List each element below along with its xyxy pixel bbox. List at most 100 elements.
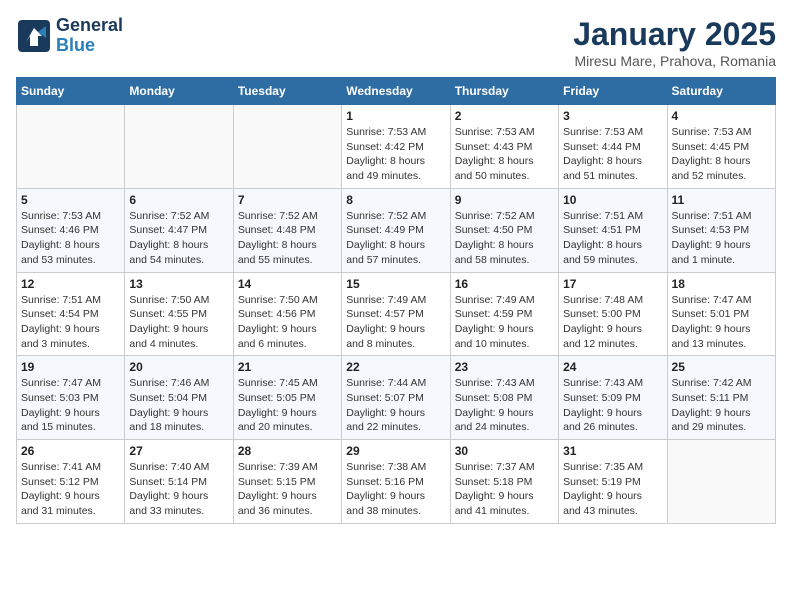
weekday-header-sunday: Sunday: [17, 78, 125, 105]
day-info: Sunrise: 7:49 AM Sunset: 4:59 PM Dayligh…: [455, 293, 554, 352]
calendar-cell: 7 Sunrise: 7:52 AM Sunset: 4:48 PM Daylig…: [233, 188, 341, 272]
day-number: 2: [455, 109, 554, 123]
day-info: Sunrise: 7:49 AM Sunset: 4:57 PM Dayligh…: [346, 293, 445, 352]
day-number: 1: [346, 109, 445, 123]
calendar-table: SundayMondayTuesdayWednesdayThursdayFrid…: [16, 77, 776, 524]
day-info: Sunrise: 7:43 AM Sunset: 5:09 PM Dayligh…: [563, 376, 662, 435]
day-info: Sunrise: 7:42 AM Sunset: 5:11 PM Dayligh…: [672, 376, 771, 435]
day-number: 10: [563, 193, 662, 207]
day-number: 8: [346, 193, 445, 207]
day-number: 27: [129, 444, 228, 458]
calendar-cell: 19Sunrise: 7:47 AM Sunset: 5:03 PM Dayli…: [17, 356, 125, 440]
page-header: General Blue January 2025 Miresu Mare, P…: [16, 16, 776, 69]
day-info: Sunrise: 7:51 AM Sunset: 4:54 PM Dayligh…: [21, 293, 120, 352]
calendar-week-row: 19Sunrise: 7:47 AM Sunset: 5:03 PM Dayli…: [17, 356, 776, 440]
day-number: 5: [21, 193, 120, 207]
day-number: 22: [346, 360, 445, 374]
day-info: Sunrise: 7:39 AM Sunset: 5:15 PM Dayligh…: [238, 460, 337, 519]
day-info: Sunrise: 7:50 AM Sunset: 4:56 PM Dayligh…: [238, 293, 337, 352]
day-info: Sunrise: 7:46 AM Sunset: 5:04 PM Dayligh…: [129, 376, 228, 435]
day-number: 11: [672, 193, 771, 207]
month-title: January 2025: [573, 16, 776, 53]
calendar-cell: 14 Sunrise: 7:50 AM Sunset: 4:56 PM Dayli…: [233, 272, 341, 356]
day-info: Sunrise: 7:53 AM Sunset: 4:43 PM Dayligh…: [455, 125, 554, 184]
day-number: 6: [129, 193, 228, 207]
day-number: 16: [455, 277, 554, 291]
day-info: Sunrise: 7:51 AM Sunset: 4:51 PM Dayligh…: [563, 209, 662, 268]
calendar-cell: 18Sunrise: 7:47 AM Sunset: 5:01 PM Dayli…: [667, 272, 775, 356]
day-info: Sunrise: 7:51 AM Sunset: 4:53 PM Dayligh…: [672, 209, 771, 268]
calendar-cell: 28Sunrise: 7:39 AM Sunset: 5:15 PM Dayli…: [233, 440, 341, 524]
calendar-cell: 26 Sunrise: 7:41 AM Sunset: 5:12 PM Dayli…: [17, 440, 125, 524]
calendar-cell: 10 Sunrise: 7:51 AM Sunset: 4:51 PM Dayli…: [559, 188, 667, 272]
calendar-cell: [233, 105, 341, 189]
day-info: Sunrise: 7:40 AM Sunset: 5:14 PM Dayligh…: [129, 460, 228, 519]
day-info: Sunrise: 7:38 AM Sunset: 5:16 PM Dayligh…: [346, 460, 445, 519]
calendar-cell: 21Sunrise: 7:45 AM Sunset: 5:05 PM Dayli…: [233, 356, 341, 440]
day-info: Sunrise: 7:53 AM Sunset: 4:46 PM Dayligh…: [21, 209, 120, 268]
day-number: 30: [455, 444, 554, 458]
day-number: 14: [238, 277, 337, 291]
logo-text: General Blue: [56, 16, 123, 56]
day-info: Sunrise: 7:53 AM Sunset: 4:45 PM Dayligh…: [672, 125, 771, 184]
day-number: 26: [21, 444, 120, 458]
calendar-cell: [667, 440, 775, 524]
day-info: Sunrise: 7:52 AM Sunset: 4:48 PM Dayligh…: [238, 209, 337, 268]
calendar-cell: 24 Sunrise: 7:43 AM Sunset: 5:09 PM Dayli…: [559, 356, 667, 440]
day-info: Sunrise: 7:35 AM Sunset: 5:19 PM Dayligh…: [563, 460, 662, 519]
calendar-cell: 13Sunrise: 7:50 AM Sunset: 4:55 PM Dayli…: [125, 272, 233, 356]
calendar-cell: 25Sunrise: 7:42 AM Sunset: 5:11 PM Dayli…: [667, 356, 775, 440]
calendar-week-row: 26 Sunrise: 7:41 AM Sunset: 5:12 PM Dayli…: [17, 440, 776, 524]
calendar-cell: 23Sunrise: 7:43 AM Sunset: 5:08 PM Dayli…: [450, 356, 558, 440]
day-number: 29: [346, 444, 445, 458]
calendar-cell: 16 Sunrise: 7:49 AM Sunset: 4:59 PM Dayli…: [450, 272, 558, 356]
calendar-cell: 5 Sunrise: 7:53 AM Sunset: 4:46 PM Daylig…: [17, 188, 125, 272]
calendar-cell: 27 Sunrise: 7:40 AM Sunset: 5:14 PM Dayli…: [125, 440, 233, 524]
calendar-cell: 31Sunrise: 7:35 AM Sunset: 5:19 PM Dayli…: [559, 440, 667, 524]
day-number: 17: [563, 277, 662, 291]
day-info: Sunrise: 7:50 AM Sunset: 4:55 PM Dayligh…: [129, 293, 228, 352]
calendar-cell: 15 Sunrise: 7:49 AM Sunset: 4:57 PM Dayli…: [342, 272, 450, 356]
weekday-header-monday: Monday: [125, 78, 233, 105]
day-number: 15: [346, 277, 445, 291]
calendar-cell: 29 Sunrise: 7:38 AM Sunset: 5:16 PM Dayli…: [342, 440, 450, 524]
day-info: Sunrise: 7:37 AM Sunset: 5:18 PM Dayligh…: [455, 460, 554, 519]
calendar-cell: 6 Sunrise: 7:52 AM Sunset: 4:47 PM Daylig…: [125, 188, 233, 272]
calendar-cell: 30 Sunrise: 7:37 AM Sunset: 5:18 PM Dayli…: [450, 440, 558, 524]
calendar-cell: 22 Sunrise: 7:44 AM Sunset: 5:07 PM Dayli…: [342, 356, 450, 440]
day-info: Sunrise: 7:45 AM Sunset: 5:05 PM Dayligh…: [238, 376, 337, 435]
day-info: Sunrise: 7:52 AM Sunset: 4:49 PM Dayligh…: [346, 209, 445, 268]
calendar-week-row: 5 Sunrise: 7:53 AM Sunset: 4:46 PM Daylig…: [17, 188, 776, 272]
calendar-cell: 4 Sunrise: 7:53 AM Sunset: 4:45 PM Daylig…: [667, 105, 775, 189]
calendar-cell: [17, 105, 125, 189]
calendar-cell: 3 Sunrise: 7:53 AM Sunset: 4:44 PM Daylig…: [559, 105, 667, 189]
weekday-header-thursday: Thursday: [450, 78, 558, 105]
calendar-week-row: 1 Sunrise: 7:53 AM Sunset: 4:42 PM Daylig…: [17, 105, 776, 189]
day-number: 7: [238, 193, 337, 207]
logo-icon: [16, 18, 52, 54]
day-info: Sunrise: 7:53 AM Sunset: 4:42 PM Dayligh…: [346, 125, 445, 184]
day-number: 19: [21, 360, 120, 374]
weekday-header-row: SundayMondayTuesdayWednesdayThursdayFrid…: [17, 78, 776, 105]
day-info: Sunrise: 7:52 AM Sunset: 4:50 PM Dayligh…: [455, 209, 554, 268]
day-info: Sunrise: 7:52 AM Sunset: 4:47 PM Dayligh…: [129, 209, 228, 268]
calendar-cell: 8 Sunrise: 7:52 AM Sunset: 4:49 PM Daylig…: [342, 188, 450, 272]
weekday-header-tuesday: Tuesday: [233, 78, 341, 105]
day-number: 4: [672, 109, 771, 123]
day-number: 3: [563, 109, 662, 123]
calendar-week-row: 12Sunrise: 7:51 AM Sunset: 4:54 PM Dayli…: [17, 272, 776, 356]
calendar-cell: 12Sunrise: 7:51 AM Sunset: 4:54 PM Dayli…: [17, 272, 125, 356]
day-number: 9: [455, 193, 554, 207]
calendar-cell: 9 Sunrise: 7:52 AM Sunset: 4:50 PM Daylig…: [450, 188, 558, 272]
title-block: January 2025 Miresu Mare, Prahova, Roman…: [573, 16, 776, 69]
day-info: Sunrise: 7:53 AM Sunset: 4:44 PM Dayligh…: [563, 125, 662, 184]
day-info: Sunrise: 7:44 AM Sunset: 5:07 PM Dayligh…: [346, 376, 445, 435]
day-info: Sunrise: 7:43 AM Sunset: 5:08 PM Dayligh…: [455, 376, 554, 435]
calendar-cell: [125, 105, 233, 189]
day-info: Sunrise: 7:41 AM Sunset: 5:12 PM Dayligh…: [21, 460, 120, 519]
calendar-cell: 2 Sunrise: 7:53 AM Sunset: 4:43 PM Daylig…: [450, 105, 558, 189]
day-number: 20: [129, 360, 228, 374]
weekday-header-saturday: Saturday: [667, 78, 775, 105]
day-number: 24: [563, 360, 662, 374]
calendar-cell: 11 Sunrise: 7:51 AM Sunset: 4:53 PM Dayli…: [667, 188, 775, 272]
